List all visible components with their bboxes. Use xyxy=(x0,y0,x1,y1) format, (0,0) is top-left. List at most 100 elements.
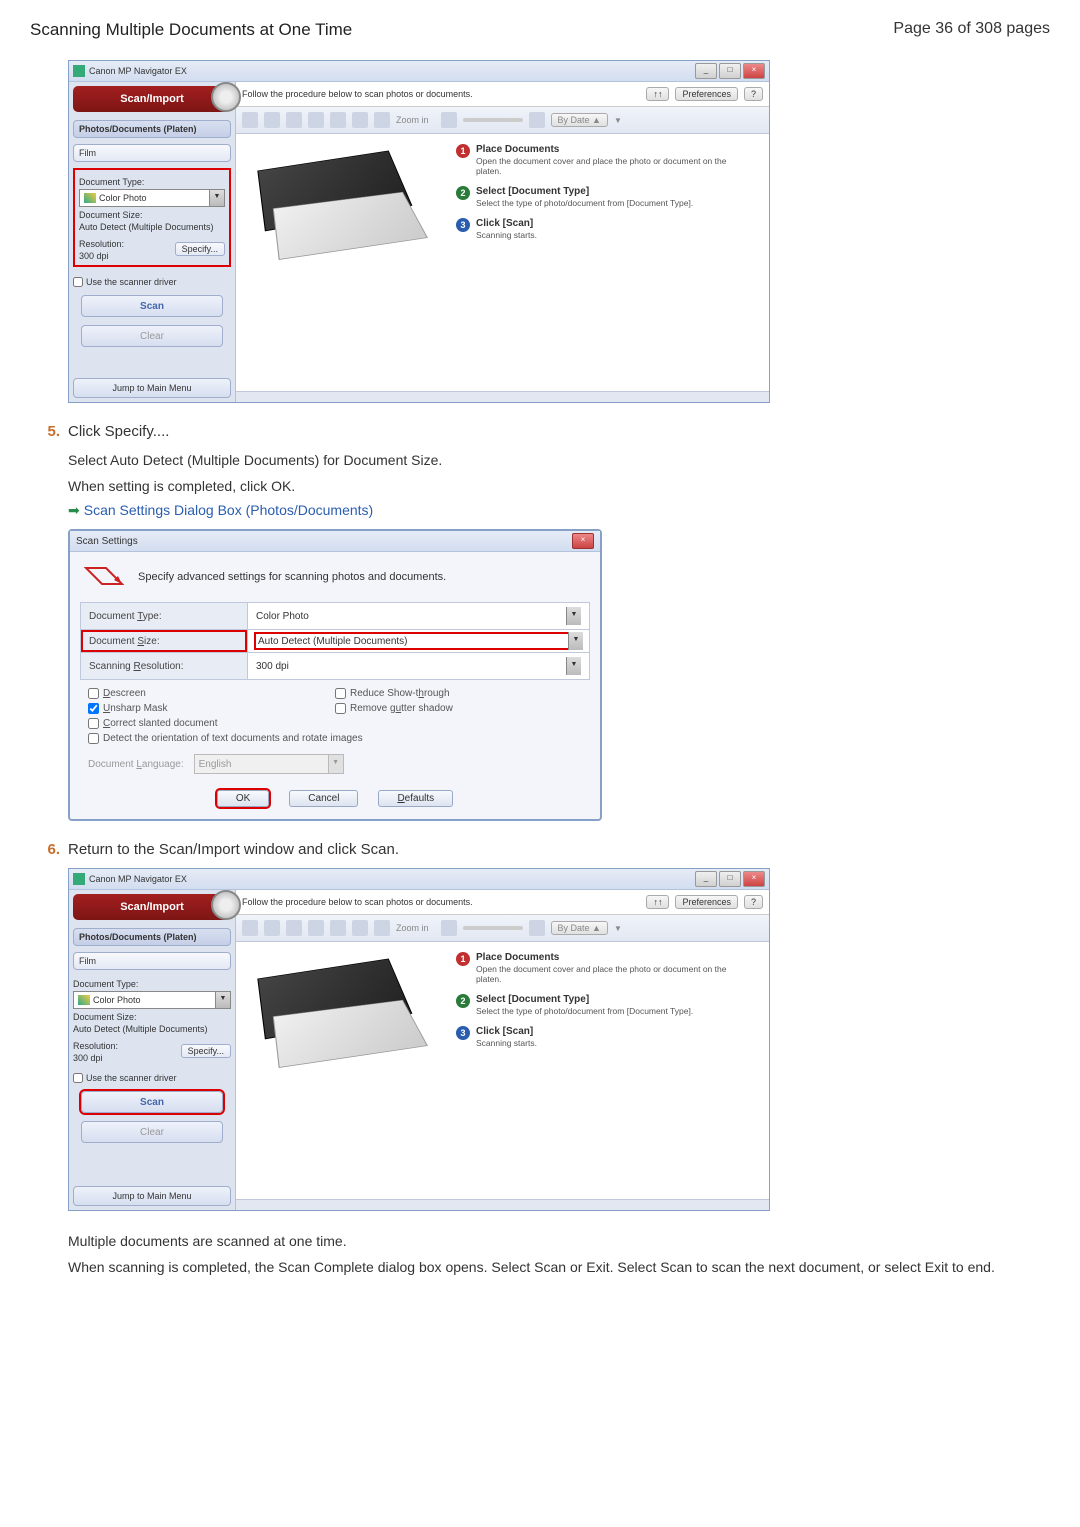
zoom-slider[interactable] xyxy=(463,926,523,930)
globe-icon[interactable] xyxy=(211,82,241,112)
film-tab[interactable]: Film xyxy=(73,144,231,162)
slanted-checkbox[interactable] xyxy=(88,718,99,729)
use-driver-input[interactable] xyxy=(73,277,83,287)
descreen-checkbox[interactable] xyxy=(88,688,99,699)
tool-icon-2[interactable] xyxy=(264,112,280,128)
page-header: Scanning Multiple Documents at One Time … xyxy=(30,20,1050,40)
use-driver-label: Use the scanner driver xyxy=(86,1073,177,1083)
opt-slanted[interactable]: Correct slanted document xyxy=(88,718,582,729)
view-icon[interactable] xyxy=(529,920,545,936)
photos-docs-tab[interactable]: Photos/Documents (Platen) xyxy=(73,928,231,946)
top-bar: Follow the procedure below to scan photo… xyxy=(236,890,769,915)
opt-descreen[interactable]: Descreen xyxy=(88,688,335,699)
tool-icon-7[interactable] xyxy=(374,920,390,936)
inst3-sub: Scanning starts. xyxy=(476,1038,537,1048)
minimize-button[interactable]: _ xyxy=(695,871,717,887)
doc-size-value: Auto Detect (Multiple Documents) xyxy=(258,636,408,647)
reduce-checkbox[interactable] xyxy=(335,688,346,699)
scan-import-tab[interactable]: Scan/Import xyxy=(73,86,231,112)
help-button[interactable]: ? xyxy=(744,87,763,101)
inst1-title: Place Documents xyxy=(476,144,749,155)
tool-icon-6[interactable] xyxy=(352,920,368,936)
tool-icon-4[interactable] xyxy=(308,112,324,128)
tool-icon-2[interactable] xyxy=(264,920,280,936)
maximize-button[interactable]: □ xyxy=(719,871,741,887)
bydate-button[interactable]: By Date ▲ xyxy=(551,113,608,127)
opt-unsharp[interactable]: Unsharp Mask xyxy=(88,703,335,714)
specify-button[interactable]: Specify... xyxy=(175,242,225,256)
use-driver-checkbox[interactable]: Use the scanner driver xyxy=(73,277,231,287)
tool-icon-7[interactable] xyxy=(374,112,390,128)
opt-reduce[interactable]: Reduce Show-through xyxy=(335,688,582,699)
step-3-icon: 3 xyxy=(456,1026,470,1040)
scan-import-tab[interactable]: Scan/Import xyxy=(73,894,231,920)
globe-icon[interactable] xyxy=(211,890,241,920)
size-icon[interactable] xyxy=(441,112,457,128)
gutter-checkbox[interactable] xyxy=(335,703,346,714)
dialog-buttons: OK Cancel Defaults xyxy=(70,784,600,819)
cancel-button[interactable]: Cancel xyxy=(289,790,358,807)
chevron-down-icon[interactable]: ▼ xyxy=(614,116,622,125)
tool-icon-1[interactable] xyxy=(242,920,258,936)
preferences-button[interactable]: Preferences xyxy=(675,87,738,101)
bydate-button[interactable]: By Date ▲ xyxy=(551,921,608,935)
step-2-icon: 2 xyxy=(456,186,470,200)
doc-size-dropdown[interactable]: Auto Detect (Multiple Documents)▼ xyxy=(254,632,583,650)
scan-button[interactable]: Scan xyxy=(81,295,223,317)
orient-checkbox[interactable] xyxy=(88,733,99,744)
opt-gutter[interactable]: Remove gutter shadow xyxy=(335,703,582,714)
opt-orient[interactable]: Detect the orientation of text documents… xyxy=(88,733,582,744)
tool-icon-6[interactable] xyxy=(352,112,368,128)
use-driver-input[interactable] xyxy=(73,1073,83,1083)
zoom-label: Zoom in xyxy=(396,115,429,125)
language-dropdown: English ▼ xyxy=(194,754,344,774)
doc-type-label: Document Type: xyxy=(73,979,231,989)
resolution-value: 300 dpi xyxy=(256,661,289,672)
preferences-button[interactable]: Preferences xyxy=(675,895,738,909)
maximize-button[interactable]: □ xyxy=(719,63,741,79)
minimize-button[interactable]: _ xyxy=(695,63,717,79)
sort-button[interactable]: ↑↑ xyxy=(646,895,669,909)
tool-icon-5[interactable] xyxy=(330,112,346,128)
close-button[interactable]: × xyxy=(743,871,765,887)
doc-type-label: Document Type: xyxy=(81,603,248,630)
defaults-button[interactable]: Defaults xyxy=(378,790,453,807)
inst2-sub: Select the type of photo/document from [… xyxy=(476,1006,693,1016)
tool-icon-4[interactable] xyxy=(308,920,324,936)
tool-icon-1[interactable] xyxy=(242,112,258,128)
jump-main-menu-button[interactable]: Jump to Main Menu xyxy=(73,378,231,398)
scan-button[interactable]: Scan xyxy=(81,1091,223,1113)
photos-docs-tab[interactable]: Photos/Documents (Platen) xyxy=(73,120,231,138)
specify-button[interactable]: Specify... xyxy=(181,1044,231,1058)
view-icon[interactable] xyxy=(529,112,545,128)
film-tab[interactable]: Film xyxy=(73,952,231,970)
chevron-down-icon[interactable]: ▼ xyxy=(614,924,622,933)
scan-settings-dialog: Scan Settings × Specify advanced setting… xyxy=(68,529,602,821)
clear-button[interactable]: Clear xyxy=(81,1121,223,1143)
highlight-options: Document Type: Color Photo ▼ Document Si… xyxy=(73,168,231,267)
resolution-value: 300 dpi xyxy=(73,1053,181,1063)
doc-type-dropdown[interactable]: Color Photo▼ xyxy=(256,607,581,625)
close-button[interactable]: × xyxy=(743,63,765,79)
unsharp-checkbox[interactable] xyxy=(88,703,99,714)
tool-icon-5[interactable] xyxy=(330,920,346,936)
help-button[interactable]: ? xyxy=(744,895,763,909)
clear-button[interactable]: Clear xyxy=(81,325,223,347)
use-driver-checkbox[interactable]: Use the scanner driver xyxy=(73,1073,231,1083)
scan-settings-link[interactable]: ➡Scan Settings Dialog Box (Photos/Docume… xyxy=(68,502,1050,519)
tool-icon-3[interactable] xyxy=(286,920,302,936)
resolution-label: Resolution: xyxy=(73,1041,181,1051)
page-title: Scanning Multiple Documents at One Time xyxy=(30,20,352,40)
doc-type-dropdown[interactable]: Color Photo ▼ xyxy=(73,991,231,1009)
dialog-close-button[interactable]: × xyxy=(572,533,594,549)
step-5-text: Click Specify.... xyxy=(68,423,1050,440)
app-icon xyxy=(73,873,85,885)
ok-button[interactable]: OK xyxy=(217,790,269,807)
size-icon[interactable] xyxy=(441,920,457,936)
doc-type-dropdown[interactable]: Color Photo ▼ xyxy=(79,189,225,207)
zoom-slider[interactable] xyxy=(463,118,523,122)
tool-icon-3[interactable] xyxy=(286,112,302,128)
resolution-dropdown[interactable]: 300 dpi▼ xyxy=(256,657,581,675)
jump-main-menu-button[interactable]: Jump to Main Menu xyxy=(73,1186,231,1206)
sort-button[interactable]: ↑↑ xyxy=(646,87,669,101)
